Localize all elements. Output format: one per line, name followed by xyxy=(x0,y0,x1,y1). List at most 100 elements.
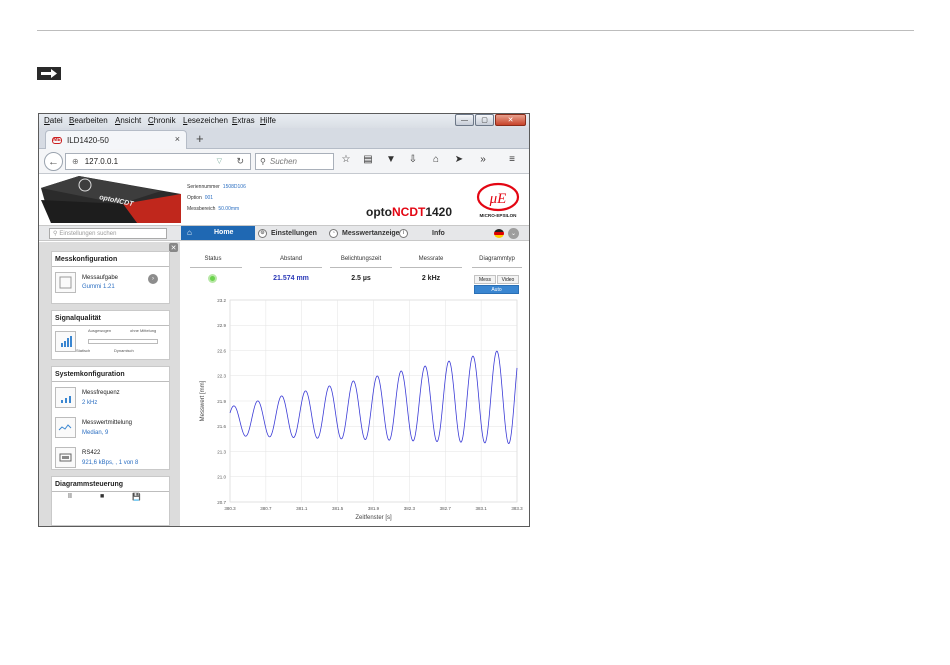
averaging-label: Messwertmittelung xyxy=(82,420,133,426)
download-icon[interactable]: ⇩ xyxy=(406,154,420,165)
rate-value: 2 kHz xyxy=(421,275,441,282)
sq-left-top: Ausgewogen xyxy=(88,328,112,333)
micro-epsilon-logo: μE MICRO-EPSILON xyxy=(476,182,520,218)
y-tick-label: 22.3 xyxy=(217,374,226,379)
sys-row-averaging[interactable]: Messwertmittelung Median, 9 xyxy=(52,412,169,442)
signal-bars-thumb xyxy=(55,331,76,352)
menu-chronik[interactable]: Chronik xyxy=(148,116,176,125)
y-tick-label: 21.9 xyxy=(217,399,226,404)
x-tick-label: 382.7 xyxy=(440,506,452,511)
window-controls: — ▢ ✕ xyxy=(455,114,526,127)
svg-text:μE: μE xyxy=(489,191,507,207)
reload-icon[interactable]: ↻ xyxy=(236,156,244,167)
sidebar: ✕ Messkonfiguration Messaufgabe Gummi 1.… xyxy=(39,242,180,526)
home-browser-icon[interactable]: ⌂ xyxy=(429,154,443,165)
tab-settings[interactable]: ⚙ Einstellungen xyxy=(258,226,317,240)
top-rule xyxy=(37,30,914,31)
settings-search-input[interactable]: ⚲ Einstellungen suchen xyxy=(49,228,167,239)
measuring-range: Messbereich 50.00mm xyxy=(187,206,240,212)
frequency-label: Messfrequenz xyxy=(82,390,120,396)
menu-hilfe[interactable]: Hilfe xyxy=(260,116,276,125)
chart-type-video-button[interactable]: Video xyxy=(497,275,519,284)
home-icon: ⌂ xyxy=(187,228,192,237)
menu-bar: Datei Bearbeiten Ansicht Chronik Lesezei… xyxy=(39,114,529,128)
x-tick-label: 381.5 xyxy=(332,506,344,511)
sidebar-close-icon[interactable]: ✕ xyxy=(169,243,178,252)
meas-config-title: Messkonfiguration xyxy=(52,252,169,267)
chart-type-meas-button[interactable]: Mess xyxy=(474,275,496,284)
overflow-icon[interactable]: » xyxy=(476,154,490,165)
url-dropdown-icon[interactable]: ▽ xyxy=(217,157,222,165)
y-tick-label: 20.7 xyxy=(217,500,226,505)
chart-type-divider xyxy=(472,267,522,268)
close-window-icon[interactable]: ✕ xyxy=(495,114,526,126)
settings-search-placeholder: Einstellungen suchen xyxy=(59,230,117,237)
reading-list-icon[interactable]: ▤ xyxy=(361,154,375,165)
chart-control-card: Diagrammsteuerung II ■ 💾 xyxy=(51,476,170,526)
measurement-chart: 20.7 21.0 21.3 21.6 21.9 22.3 22.6 22.9 23.2 380.… xyxy=(200,298,523,521)
globe-icon: ⊕ xyxy=(72,157,79,166)
exposure-value: 2.5 µs xyxy=(351,275,371,282)
x-tick-label: 380.3 xyxy=(224,506,236,511)
nav-bar: ← ⊕ 127.0.0.1 ▽ ↻ ⚲ Suchen ☆ ▤ ▼ ⇩ ⌂ ➤ »… xyxy=(39,149,529,174)
x-tick-label: 383.1 xyxy=(475,506,487,511)
url-text: 127.0.0.1 xyxy=(84,157,119,166)
bookmark-star-icon[interactable]: ☆ xyxy=(339,154,353,165)
arrow-right-icon xyxy=(37,67,61,80)
svg-text:MICRO-EPSILON: MICRO-EPSILON xyxy=(479,213,517,218)
browser-tab[interactable]: ME ILD1420-50 × xyxy=(45,130,187,149)
menu-lesezeichen[interactable]: Lesezeichen xyxy=(183,116,228,125)
rs422-thumb xyxy=(55,447,76,468)
rs422-label: RS422 xyxy=(82,450,101,456)
menu-datei[interactable]: Datei xyxy=(44,116,63,125)
x-tick-label: 380.7 xyxy=(260,506,272,511)
back-arrow-icon[interactable]: ← xyxy=(44,152,63,171)
gauge-icon: ◔ xyxy=(329,228,338,238)
distance-divider xyxy=(260,267,322,268)
send-icon[interactable]: ➤ xyxy=(452,154,466,165)
german-flag-icon[interactable] xyxy=(494,229,504,238)
save-icon[interactable]: 💾 xyxy=(132,493,141,501)
signal-quality-slider[interactable] xyxy=(88,339,158,344)
minimize-icon[interactable]: — xyxy=(455,114,474,126)
new-tab-icon[interactable]: + xyxy=(196,131,204,146)
chevron-down-icon[interactable]: ⌄ xyxy=(508,228,519,239)
status-label: Status xyxy=(204,256,222,262)
frequency-value: 2 kHz xyxy=(82,400,98,406)
app-header: optoNCDT Seriennummer 1508D106 Option 001 … xyxy=(39,174,529,225)
tab-info[interactable]: i Info xyxy=(399,226,445,240)
x-tick-label: 381.1 xyxy=(296,506,308,511)
menu-extras[interactable]: Extras xyxy=(232,116,255,125)
averaging-value: Median, 9 xyxy=(82,430,109,436)
url-bar[interactable]: ⊕ 127.0.0.1 ▽ ↻ xyxy=(65,153,251,170)
averaging-thumb xyxy=(55,417,76,438)
status-led-icon xyxy=(208,274,217,283)
tab-home-label: Home xyxy=(214,229,234,236)
y-tick-label: 21.3 xyxy=(217,449,226,454)
menu-ansicht[interactable]: Ansicht xyxy=(115,116,141,125)
tab-measurement[interactable]: ◔ Messwertanzeige xyxy=(329,226,400,240)
sys-row-frequency[interactable]: Messfrequenz 2 kHz xyxy=(52,382,169,412)
search-icon: ⚲ xyxy=(53,231,58,237)
chevron-right-icon[interactable]: › xyxy=(148,274,158,284)
favicon-icon: ME xyxy=(52,136,62,144)
hamburger-menu-icon[interactable]: ≡ xyxy=(505,154,519,165)
menu-bearbeiten[interactable]: Bearbeiten xyxy=(69,116,108,125)
sq-left-bottom: Statisch xyxy=(76,348,91,353)
y-tick-label: 22.9 xyxy=(217,323,226,328)
pocket-icon[interactable]: ▼ xyxy=(384,154,398,165)
tab-home[interactable]: ⌂ Home xyxy=(181,226,255,240)
tab-close-icon[interactable]: × xyxy=(175,134,180,144)
status-divider xyxy=(190,267,242,268)
tab-measurement-label: Messwertanzeige xyxy=(342,229,400,237)
rate-divider xyxy=(400,267,462,268)
web-app: optoNCDT Seriennummer 1508D106 Option 001 … xyxy=(39,174,529,526)
meas-task-row[interactable]: Messaufgabe Gummi 1.21 › xyxy=(52,267,169,297)
stop-icon[interactable]: ■ xyxy=(100,493,104,500)
maximize-icon[interactable]: ▢ xyxy=(475,114,494,126)
signal-quality-row[interactable]: Ausgewogen ohne Mittelung Statisch Dynam… xyxy=(52,326,169,356)
sys-row-rs422[interactable]: RS422 921,6 kBps, , 1 von 8 xyxy=(52,442,169,472)
search-input[interactable]: ⚲ Suchen xyxy=(255,153,334,170)
pause-icon[interactable]: II xyxy=(68,493,72,500)
system-config-card: Systemkonfiguration Messfrequenz 2 kHz M… xyxy=(51,366,170,470)
